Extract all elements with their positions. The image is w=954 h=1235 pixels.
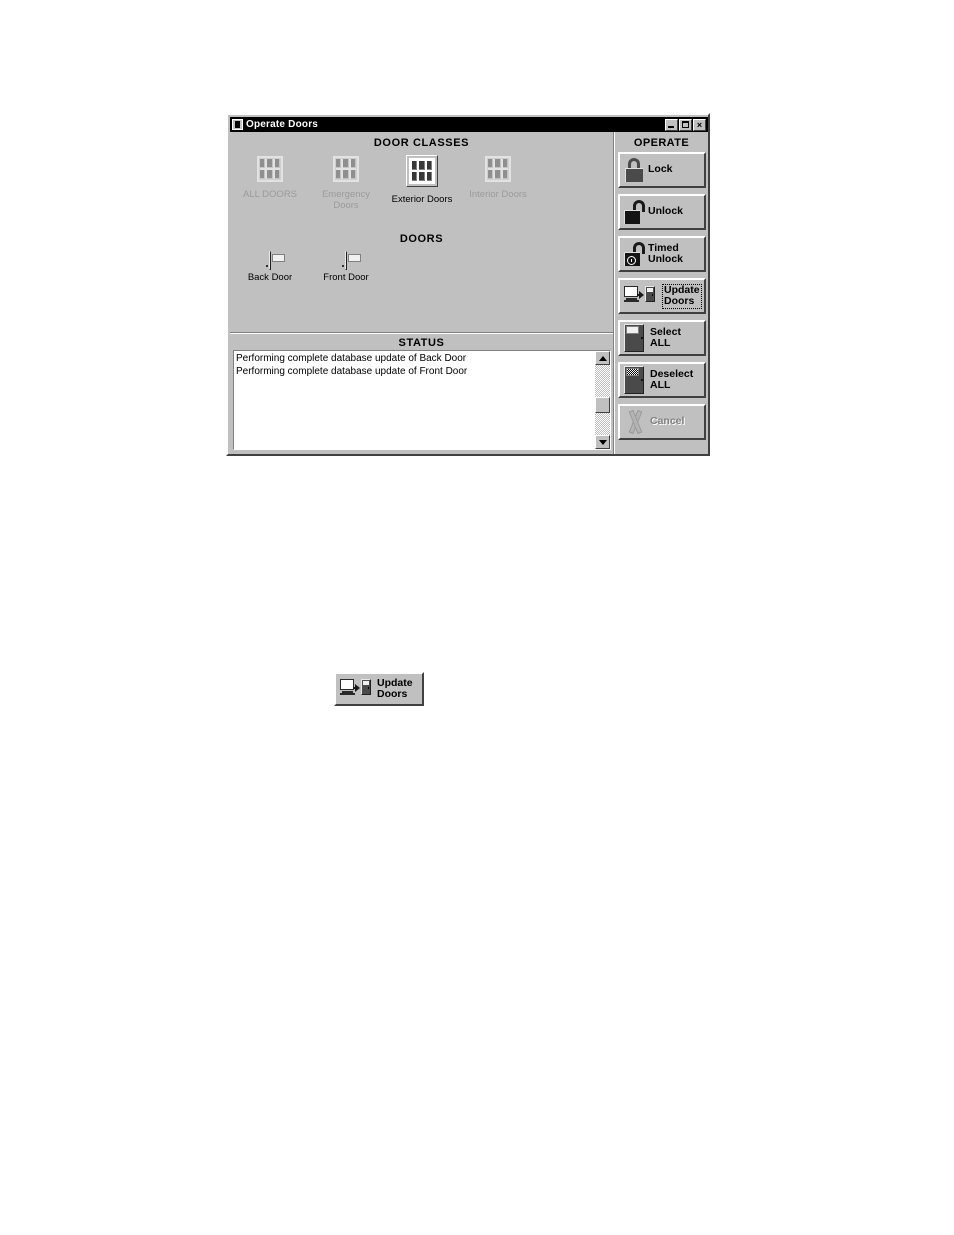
door-hatched-icon <box>624 366 646 394</box>
window-title: Operate Doors <box>246 119 319 130</box>
door-icon <box>266 251 285 270</box>
unlock-button[interactable]: Unlock <box>618 194 706 230</box>
computer-to-door-icon <box>340 678 374 700</box>
cancel-button: Cancel <box>618 404 706 440</box>
door-class-exterior-doors[interactable]: Exterior Doors <box>384 155 460 205</box>
update-doors-button[interactable]: Update Doors <box>618 278 706 314</box>
operate-heading: OPERATE <box>633 137 690 149</box>
window-controls: × <box>665 118 707 131</box>
status-message: Performing complete database update of F… <box>236 365 468 377</box>
window-grid-icon <box>333 156 359 182</box>
padlock-clock-icon <box>624 242 645 266</box>
door-class-emergency-doors[interactable]: Emergency Doors <box>308 156 384 211</box>
status-heading: STATUS <box>398 337 445 349</box>
update-doors-figure-label: Update Doors <box>377 676 413 700</box>
page: Operate Doors × DOOR CLASSES DOORS STATU… <box>0 0 954 1235</box>
door-label: Back Door <box>247 272 293 283</box>
door-icon <box>342 251 361 270</box>
door-class-label: ALL DOORS <box>242 189 298 200</box>
door-class-all-doors[interactable]: ALL DOORS <box>232 156 308 200</box>
status-list: Performing complete database update of B… <box>236 353 593 447</box>
minimize-icon[interactable] <box>665 118 678 131</box>
update-doors-button-label: Update Doors <box>662 283 702 309</box>
scrollbar-track[interactable] <box>595 365 610 435</box>
window-grid-icon <box>485 156 511 182</box>
update-doors-figure-button[interactable]: Update Doors <box>334 672 424 706</box>
door-light-icon <box>624 324 646 352</box>
close-glyph: × <box>696 119 703 130</box>
padlock-open-icon <box>624 200 645 224</box>
deselect-all-button[interactable]: Deselect ALL <box>618 362 706 398</box>
horizontal-divider <box>230 332 613 334</box>
deselect-all-button-label: Deselect ALL <box>650 367 694 391</box>
maximize-icon[interactable] <box>679 118 692 131</box>
unlock-button-label: Unlock <box>648 205 684 218</box>
status-list-box[interactable]: Performing complete database update of B… <box>233 350 611 450</box>
lock-button[interactable]: Lock <box>618 152 706 188</box>
door-class-label: Exterior Doors <box>391 194 453 205</box>
padlock-closed-icon <box>624 158 644 182</box>
door-class-label: Emergency Doors <box>321 189 371 211</box>
timed-unlock-button-label: Timed Unlock <box>648 241 684 265</box>
operate-doors-window: Operate Doors × DOOR CLASSES DOORS STATU… <box>226 113 710 456</box>
door-label: Front Door <box>323 272 369 283</box>
select-all-button-label: Select ALL <box>650 325 681 349</box>
window-grid-icon <box>257 156 283 182</box>
window-grid-icon <box>409 158 435 184</box>
scrollbar-thumb[interactable] <box>595 397 610 413</box>
selected-frame <box>406 155 438 187</box>
cancel-button-label: Cancel <box>650 415 685 428</box>
door-class-interior-doors[interactable]: Interior Doors <box>460 156 536 200</box>
select-all-button[interactable]: Select ALL <box>618 320 706 356</box>
app-window-icon <box>232 119 243 130</box>
computer-to-door-icon <box>624 285 658 307</box>
vertical-divider <box>613 132 615 454</box>
door-front-door[interactable]: Front Door <box>308 251 384 283</box>
close-icon[interactable]: × <box>693 118 706 131</box>
door-class-label: Interior Doors <box>469 189 527 200</box>
scroll-down-arrow-icon[interactable] <box>595 435 610 449</box>
cancel-x-icon <box>624 409 646 435</box>
lock-button-label: Lock <box>648 163 673 176</box>
client-area: DOOR CLASSES DOORS STATUS OPERATE ALL DO… <box>230 132 708 454</box>
doors-heading: DOORS <box>399 233 444 245</box>
title-bar: Operate Doors × <box>230 117 708 132</box>
door-back-door[interactable]: Back Door <box>232 251 308 283</box>
status-vertical-scrollbar[interactable] <box>595 351 610 449</box>
operate-button-column: Lock Unlock Timed Unlock Update Doors Se… <box>618 152 706 446</box>
door-classes-heading: DOOR CLASSES <box>373 137 470 149</box>
status-message: Performing complete database update of B… <box>236 353 467 364</box>
scroll-up-arrow-icon[interactable] <box>595 351 610 365</box>
timed-unlock-button[interactable]: Timed Unlock <box>618 236 706 272</box>
